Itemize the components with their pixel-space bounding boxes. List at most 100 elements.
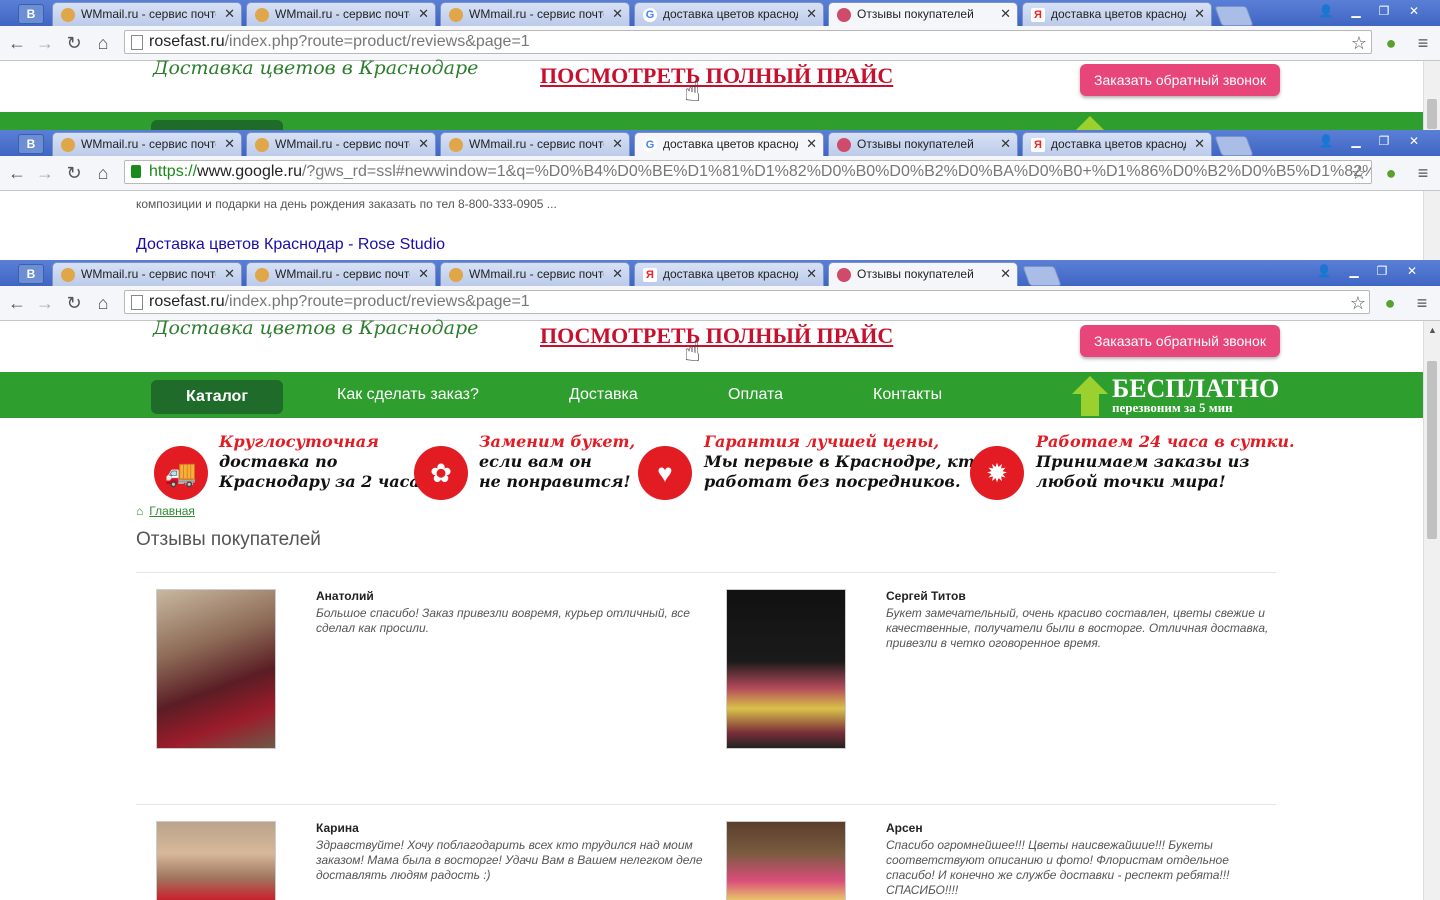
new-tab-button[interactable] xyxy=(1214,6,1254,26)
restore-icon[interactable]: ❐ xyxy=(1370,132,1398,150)
address-bar[interactable]: rosefast.ru/index.php?route=product/revi… xyxy=(124,30,1372,54)
vk-app-icon[interactable]: B xyxy=(18,134,44,154)
address-bar[interactable]: https://www.google.ru/?gws_rd=ssl#newwin… xyxy=(124,160,1372,184)
callback-button[interactable]: Заказать обратный звонок xyxy=(1080,325,1280,357)
menu-icon[interactable]: ≡ xyxy=(1412,162,1434,184)
menu-item-payment[interactable]: Оплата xyxy=(728,372,783,418)
page-title: Отзывы покупателей xyxy=(136,529,321,550)
back-icon[interactable]: ← xyxy=(6,32,28,54)
menu-item-catalog[interactable] xyxy=(151,120,283,130)
close-icon[interactable]: ✕ xyxy=(1000,3,1011,25)
bookmark-star-icon[interactable]: ☆ xyxy=(1348,32,1370,54)
close-icon[interactable]: ✕ xyxy=(418,133,429,155)
scrollbar[interactable] xyxy=(1423,191,1440,260)
back-icon[interactable]: ← xyxy=(6,162,28,184)
tab-reviews[interactable]: Отзывы покупателей ✕ xyxy=(828,262,1018,286)
callback-button[interactable]: Заказать обратный звонок xyxy=(1080,64,1280,96)
close-icon[interactable]: ✕ xyxy=(1194,133,1205,155)
menu-item-how-to-order[interactable]: Как сделать заказ? xyxy=(337,372,479,418)
reload-icon[interactable]: ↻ xyxy=(63,162,85,184)
tab-google[interactable]: G доставка цветов краснод ✕ xyxy=(634,2,824,26)
close-window-icon[interactable]: ✕ xyxy=(1400,2,1428,20)
tab-wmmail-2[interactable]: WMmail.ru - сервис почто ✕ xyxy=(246,2,436,26)
review-text: Здравствуйте! Хочу поблагодарить всех кт… xyxy=(316,838,703,882)
scroll-up-icon[interactable]: ▲ xyxy=(1428,325,1437,335)
close-icon[interactable]: ✕ xyxy=(224,263,235,285)
tab-wmmail-1[interactable]: WMmail.ru - сервис почто ✕ xyxy=(52,132,242,156)
close-icon[interactable]: ✕ xyxy=(806,133,817,155)
close-icon[interactable]: ✕ xyxy=(806,263,817,285)
reload-icon[interactable]: ↻ xyxy=(63,292,85,314)
menu-item-catalog[interactable]: Каталог xyxy=(151,380,283,414)
breadcrumb[interactable]: ⌂ Главная xyxy=(136,504,195,518)
search-result-link[interactable]: Доставка цветов Краснодар - Rose Studio xyxy=(136,236,445,254)
scrollbar[interactable] xyxy=(1423,61,1440,130)
tab-yandex[interactable]: Я доставка цветов краснод ✕ xyxy=(1022,2,1212,26)
close-icon[interactable]: ✕ xyxy=(612,3,623,25)
tab-yandex[interactable]: Я доставка цветов краснод ✕ xyxy=(1022,132,1212,156)
tab-google[interactable]: G доставка цветов краснод ✕ xyxy=(634,132,824,156)
tab-wmmail-1[interactable]: WMmail.ru - сервис почто ✕ xyxy=(52,2,242,26)
lock-icon xyxy=(131,165,141,178)
new-tab-button[interactable] xyxy=(1022,266,1062,286)
menu-item-delivery[interactable]: Доставка xyxy=(569,372,638,418)
price-list-link[interactable]: ПОСМОТРЕТЬ ПОЛНЫЙ ПРАЙС xyxy=(540,323,893,349)
home-icon[interactable]: ⌂ xyxy=(92,32,114,54)
bookmark-star-icon[interactable]: ☆ xyxy=(1347,292,1369,314)
breadcrumb-home[interactable]: Главная xyxy=(149,504,195,518)
back-icon[interactable]: ← xyxy=(6,292,28,314)
restore-icon[interactable]: ❐ xyxy=(1370,2,1398,20)
home-icon[interactable]: ⌂ xyxy=(92,292,114,314)
restore-icon[interactable]: ❐ xyxy=(1368,262,1396,280)
vk-app-icon[interactable]: B xyxy=(18,4,44,24)
menu-icon[interactable]: ≡ xyxy=(1411,292,1433,314)
tab-yandex[interactable]: Я доставка цветов краснод ✕ xyxy=(634,262,824,286)
new-tab-button[interactable] xyxy=(1214,136,1254,156)
bookmark-star-icon[interactable]: ☆ xyxy=(1348,162,1370,184)
minimize-icon[interactable]: ▁ xyxy=(1340,262,1368,280)
tab-reviews[interactable]: Отзывы покупателей ✕ xyxy=(828,2,1018,26)
close-icon[interactable]: ✕ xyxy=(612,133,623,155)
feature-line: доставка по xyxy=(219,452,338,471)
forward-icon[interactable]: → xyxy=(34,162,56,184)
tab-label: доставка цветов краснод xyxy=(663,267,798,281)
price-list-link[interactable]: ПОСМОТРЕТЬ ПОЛНЫЙ ПРАЙС xyxy=(540,63,893,89)
scrollbar[interactable]: ▲ xyxy=(1423,321,1440,900)
tab-wmmail-2[interactable]: WMmail.ru - сервис почто ✕ xyxy=(246,132,436,156)
feature-replace: Заменим букет, если вам он не понравится… xyxy=(479,432,635,492)
download-icon[interactable]: ● xyxy=(1380,32,1402,54)
tab-wmmail-3[interactable]: WMmail.ru - сервис почто ✕ xyxy=(440,2,630,26)
close-icon[interactable]: ✕ xyxy=(612,263,623,285)
reload-icon[interactable]: ↻ xyxy=(63,32,85,54)
close-window-icon[interactable]: ✕ xyxy=(1400,132,1428,150)
tab-wmmail-3[interactable]: WMmail.ru - сервис почто ✕ xyxy=(440,132,630,156)
close-icon[interactable]: ✕ xyxy=(224,133,235,155)
tab-reviews[interactable]: Отзывы покупателей ✕ xyxy=(828,132,1018,156)
close-icon[interactable]: ✕ xyxy=(418,3,429,25)
address-bar[interactable]: rosefast.ru/index.php?route=product/revi… xyxy=(124,290,1370,314)
tab-wmmail-2[interactable]: WMmail.ru - сервис почто ✕ xyxy=(246,262,436,286)
forward-icon[interactable]: → xyxy=(34,292,56,314)
download-icon[interactable]: ● xyxy=(1380,162,1402,184)
forward-icon[interactable]: → xyxy=(34,32,56,54)
minimize-icon[interactable]: ▁ xyxy=(1342,132,1370,150)
close-icon[interactable]: ✕ xyxy=(1194,3,1205,25)
tab-label: Отзывы покупателей xyxy=(857,267,974,281)
minimize-icon[interactable]: ▁ xyxy=(1342,2,1370,20)
home-icon[interactable]: ⌂ xyxy=(92,162,114,184)
tab-wmmail-1[interactable]: WMmail.ru - сервис почто ✕ xyxy=(52,262,242,286)
close-icon[interactable]: ✕ xyxy=(224,3,235,25)
vk-app-icon[interactable]: B xyxy=(18,264,44,284)
menu-item-contacts[interactable]: Контакты xyxy=(873,372,942,418)
close-icon[interactable]: ✕ xyxy=(418,263,429,285)
close-window-icon[interactable]: ✕ xyxy=(1398,262,1426,280)
close-icon[interactable]: ✕ xyxy=(1000,263,1011,285)
profile-icon[interactable]: 👤 xyxy=(1312,2,1340,20)
close-icon[interactable]: ✕ xyxy=(806,3,817,25)
close-icon[interactable]: ✕ xyxy=(1000,133,1011,155)
profile-icon[interactable]: 👤 xyxy=(1312,132,1340,150)
profile-icon[interactable]: 👤 xyxy=(1310,262,1338,280)
menu-icon[interactable]: ≡ xyxy=(1412,32,1434,54)
tab-wmmail-3[interactable]: WMmail.ru - сервис почто ✕ xyxy=(440,262,630,286)
download-icon[interactable]: ● xyxy=(1379,292,1401,314)
